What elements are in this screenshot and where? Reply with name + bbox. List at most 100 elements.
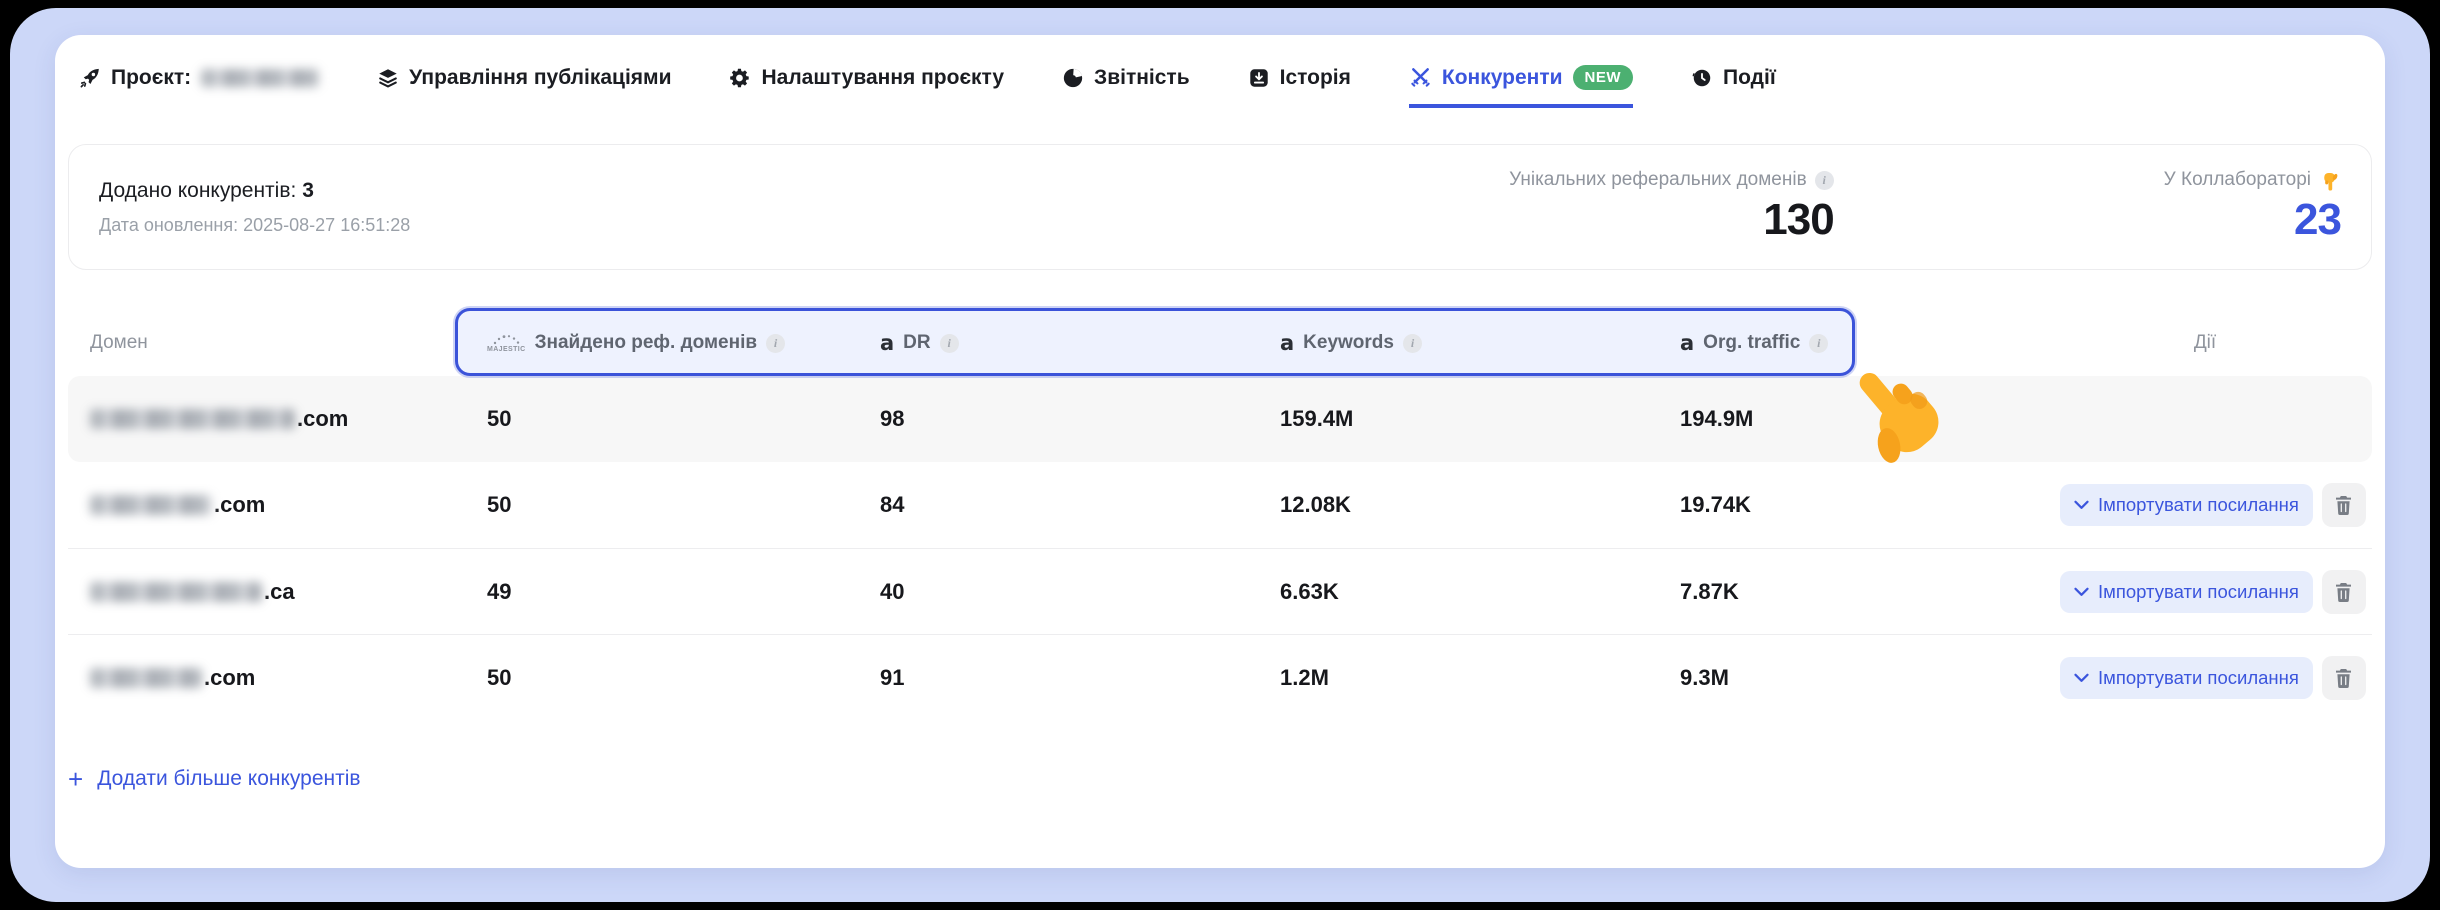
org-traffic-value: 9.3M	[1680, 665, 2060, 691]
rocket-icon	[79, 67, 101, 89]
domain-suffix: .com	[214, 492, 265, 518]
majestic-logo-icon: MAJESTIC	[487, 334, 526, 353]
column-header-dr: a DR i	[880, 331, 1280, 355]
tab-events[interactable]: Події	[1691, 66, 1776, 108]
tab-label: Управління публікаціями	[409, 66, 671, 90]
domain-cell: .ca	[90, 579, 487, 605]
dr-value: 40	[880, 579, 1280, 605]
actions-cell: Імпортувати посилання	[2060, 570, 2366, 614]
table-body: .com 50 98 159.4M 194.9M .com 50 84 12.0…	[68, 376, 2372, 720]
actions-cell: Імпортувати посилання	[2060, 483, 2366, 527]
trash-icon	[2334, 495, 2353, 515]
layers-icon	[377, 67, 399, 89]
import-links-button[interactable]: Імпортувати посилання	[2060, 657, 2313, 699]
dr-value: 91	[880, 665, 1280, 691]
trash-icon	[2334, 668, 2353, 688]
chevron-down-icon	[2074, 500, 2089, 510]
redacted-domain	[90, 409, 295, 429]
column-header-keywords: a Keywords i	[1280, 331, 1680, 355]
org-traffic-value: 194.9M	[1680, 406, 2060, 432]
delete-competitor-button[interactable]	[2322, 656, 2366, 700]
column-header-domain: Домен	[90, 332, 487, 354]
chevron-down-icon	[2074, 587, 2089, 597]
chevron-down-icon	[2074, 673, 2089, 683]
info-icon[interactable]: i	[1809, 334, 1828, 353]
domain-cell: .com	[90, 492, 487, 518]
domain-suffix: .com	[204, 665, 255, 691]
info-icon[interactable]: i	[940, 334, 959, 353]
main-panel: Проєкт: Управління публікаціями Налаштув…	[55, 35, 2385, 868]
ahrefs-logo-icon: a	[880, 331, 894, 355]
update-date: Дата оновлення: 2025-08-27 16:51:28	[99, 215, 1509, 236]
tab-label: Налаштування проєкту	[761, 66, 1004, 90]
dr-value: 84	[880, 492, 1280, 518]
redacted-domain	[90, 582, 262, 602]
added-competitors-value: 3	[302, 179, 314, 202]
collaborator-label: У Коллабораторі	[2164, 169, 2311, 191]
delete-competitor-button[interactable]	[2322, 570, 2366, 614]
unique-ref-domains-stat: Унікальних реферальних доменів i 130	[1509, 169, 1834, 245]
tab-project-settings[interactable]: Налаштування проєкту	[729, 66, 1004, 108]
ref-domains-value: 50	[487, 492, 880, 518]
table-row: .com 50 84 12.08K 19.74K Імпортувати пос…	[68, 462, 2372, 548]
collaborator-value: 23	[2164, 195, 2341, 245]
import-links-button[interactable]: Імпортувати посилання	[2060, 484, 2313, 526]
info-icon[interactable]: i	[766, 334, 785, 353]
pie-chart-icon	[1062, 67, 1084, 89]
added-competitors-label: Додано конкурентів:	[99, 179, 296, 202]
delete-competitor-button[interactable]	[2322, 483, 2366, 527]
add-more-competitors-button[interactable]: + Додати більше конкурентів	[68, 766, 361, 792]
table-header-row: Домен MAJESTIC Знайдено реф. доменів i a…	[68, 310, 2372, 376]
stats-left: Додано конкурентів: 3 Дата оновлення: 20…	[99, 179, 1509, 236]
tab-reports[interactable]: Звітність	[1062, 66, 1190, 108]
dr-value: 98	[880, 406, 1280, 432]
tab-history[interactable]: Історія	[1248, 66, 1351, 108]
ahrefs-logo-icon: a	[1280, 331, 1294, 355]
column-header-actions: Дії	[2060, 332, 2350, 354]
column-header-org-traffic: a Org. traffic i	[1680, 331, 2060, 355]
info-icon[interactable]: i	[1815, 171, 1834, 190]
tab-label: Історія	[1280, 66, 1351, 90]
actions-cell: Імпортувати посилання	[2060, 656, 2366, 700]
competitors-table: Домен MAJESTIC Знайдено реф. доменів i a…	[68, 310, 2372, 720]
unique-ref-domains-label: Унікальних реферальних доменів	[1509, 169, 1807, 191]
table-row: .ca 49 40 6.63K 7.87K Імпортувати посила…	[68, 548, 2372, 634]
tab-publications[interactable]: Управління публікаціями	[377, 66, 671, 108]
import-links-button[interactable]: Імпортувати посилання	[2060, 571, 2313, 613]
ahrefs-logo-icon: a	[1680, 331, 1694, 355]
column-header-ref-domains: MAJESTIC Знайдено реф. доменів i	[487, 332, 880, 354]
org-traffic-value: 19.74K	[1680, 492, 2060, 518]
stats-summary-box: Додано конкурентів: 3 Дата оновлення: 20…	[68, 144, 2372, 270]
keywords-value: 159.4M	[1280, 406, 1680, 432]
tab-label: Конкуренти	[1442, 66, 1563, 90]
domain-suffix: .ca	[264, 579, 295, 605]
clock-icon	[1691, 67, 1713, 89]
ref-domains-value: 49	[487, 579, 880, 605]
top-tab-bar: Проєкт: Управління публікаціями Налаштув…	[55, 35, 2385, 108]
redacted-domain	[90, 668, 202, 688]
table-row: .com 50 91 1.2M 9.3M Імпортувати посилан…	[68, 634, 2372, 720]
table-row: .com 50 98 159.4M 194.9M	[68, 376, 2372, 462]
tab-label: Звітність	[1094, 66, 1190, 90]
collaborator-stat: У Коллабораторі 23	[2164, 169, 2341, 245]
trash-icon	[2334, 582, 2353, 602]
keywords-value: 6.63K	[1280, 579, 1680, 605]
redacted-project-domain	[201, 69, 319, 87]
keywords-value: 1.2M	[1280, 665, 1680, 691]
info-icon[interactable]: i	[1403, 334, 1422, 353]
gear-icon	[729, 67, 751, 89]
ref-domains-value: 50	[487, 406, 880, 432]
org-traffic-value: 7.87K	[1680, 579, 2060, 605]
pointing-down-hand-icon	[2319, 169, 2341, 191]
tab-competitors[interactable]: Конкуренти NEW	[1409, 65, 1633, 108]
window-frame: Проєкт: Управління публікаціями Налаштув…	[10, 8, 2430, 902]
archive-download-icon	[1248, 67, 1270, 89]
keywords-value: 12.08K	[1280, 492, 1680, 518]
tab-project[interactable]: Проєкт:	[79, 66, 319, 108]
ref-domains-value: 50	[487, 665, 880, 691]
tab-label: Проєкт:	[111, 66, 191, 90]
crossed-swords-icon	[1409, 66, 1432, 89]
tab-label: Події	[1723, 66, 1776, 90]
unique-ref-domains-value: 130	[1509, 195, 1834, 245]
redacted-domain	[90, 495, 212, 515]
